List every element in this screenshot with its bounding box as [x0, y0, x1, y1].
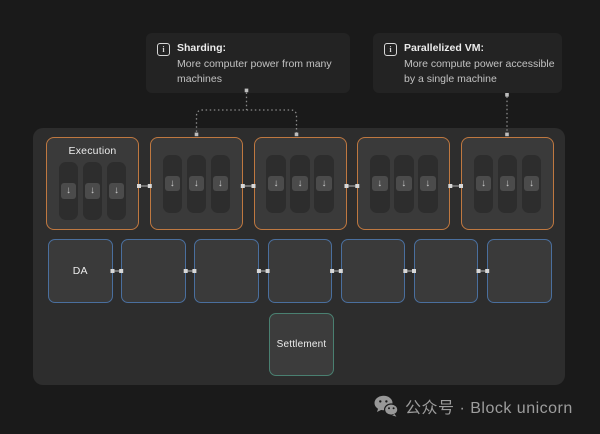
down-arrow-icon: ↓	[524, 176, 540, 192]
down-arrow-icon: ↓	[500, 176, 516, 192]
down-arrow-icon: ↓	[420, 176, 436, 192]
transaction-pill: ↓	[474, 155, 494, 213]
down-arrow-icon: ↓	[165, 176, 181, 192]
down-arrow-icon: ↓	[316, 176, 332, 192]
da-box	[341, 239, 406, 303]
da-box: DA	[48, 239, 113, 303]
transaction-pill: ↓	[522, 155, 542, 213]
transaction-pill: ↓	[211, 155, 231, 213]
transaction-pill: ↓	[498, 155, 518, 213]
info-icon: i	[157, 43, 170, 56]
down-arrow-icon: ↓	[268, 176, 284, 192]
transaction-pill: ↓	[314, 155, 334, 213]
transaction-pill: ↓	[187, 155, 207, 213]
transaction-pill: ↓	[394, 155, 414, 213]
sharding-title: Sharding:	[177, 41, 332, 57]
down-arrow-icon: ↓	[85, 183, 101, 199]
sharding-body-line-1: More computer power from many	[177, 57, 332, 73]
sharding-body-line-2: machines	[177, 72, 332, 88]
da-box	[121, 239, 186, 303]
sharding-tooltip-text: Sharding: More computer power from many …	[177, 41, 332, 88]
down-arrow-icon: ↓	[476, 176, 492, 192]
pill-group: ↓ ↓ ↓	[59, 162, 127, 220]
watermark: 公众号 · Block unicorn	[374, 394, 573, 418]
da-box	[487, 239, 552, 303]
endpoint-node	[505, 93, 509, 97]
wechat-icon	[374, 395, 398, 417]
down-arrow-icon: ↓	[61, 183, 77, 199]
settlement-label: Settlement	[277, 339, 327, 350]
down-arrow-icon: ↓	[396, 176, 412, 192]
watermark-text: 公众号 · Block unicorn	[405, 394, 573, 418]
execution-box: ↓ ↓ ↓	[150, 137, 243, 230]
parallelized-vm-tooltip: i Parallelized VM: More compute power ac…	[373, 33, 562, 93]
down-arrow-icon: ↓	[189, 176, 205, 192]
execution-label: Execution	[69, 145, 117, 157]
da-box	[268, 239, 333, 303]
execution-box: Execution ↓ ↓ ↓	[46, 137, 139, 230]
parallelized-vm-body-line-2: by a single machine	[404, 72, 555, 88]
da-box	[414, 239, 479, 303]
transaction-pill: ↓	[266, 155, 286, 213]
pill-group: ↓ ↓ ↓	[163, 155, 231, 213]
execution-box: ↓ ↓ ↓	[461, 137, 554, 230]
pill-group: ↓ ↓ ↓	[474, 155, 542, 213]
down-arrow-icon: ↓	[213, 176, 229, 192]
info-icon: i	[384, 43, 397, 56]
execution-box: ↓ ↓ ↓	[254, 137, 347, 230]
execution-row: Execution ↓ ↓ ↓ ↓ ↓	[46, 137, 554, 230]
parallelized-vm-title: Parallelized VM:	[404, 41, 555, 57]
transaction-pill: ↓	[418, 155, 438, 213]
parallelized-vm-body-line-1: More compute power accessible	[404, 57, 555, 73]
pill-group: ↓ ↓ ↓	[266, 155, 334, 213]
pill-group: ↓ ↓ ↓	[370, 155, 438, 213]
transaction-pill: ↓	[290, 155, 310, 213]
transaction-pill: ↓	[83, 162, 103, 220]
execution-box: ↓ ↓ ↓	[357, 137, 450, 230]
transaction-pill: ↓	[370, 155, 390, 213]
down-arrow-icon: ↓	[372, 176, 388, 192]
settlement-box: Settlement	[269, 313, 334, 376]
transaction-pill: ↓	[59, 162, 79, 220]
architecture-panel: Execution ↓ ↓ ↓ ↓ ↓	[33, 128, 565, 385]
sharding-tooltip: i Sharding: More computer power from man…	[146, 33, 350, 93]
parallelized-vm-tooltip-text: Parallelized VM: More compute power acce…	[404, 41, 555, 88]
down-arrow-icon: ↓	[292, 176, 308, 192]
transaction-pill: ↓	[107, 162, 127, 220]
da-label: DA	[73, 265, 88, 277]
da-row: DA	[48, 239, 552, 303]
da-box	[194, 239, 259, 303]
transaction-pill: ↓	[163, 155, 183, 213]
diagram-canvas: i Sharding: More computer power from man…	[0, 0, 600, 434]
down-arrow-icon: ↓	[109, 183, 125, 199]
